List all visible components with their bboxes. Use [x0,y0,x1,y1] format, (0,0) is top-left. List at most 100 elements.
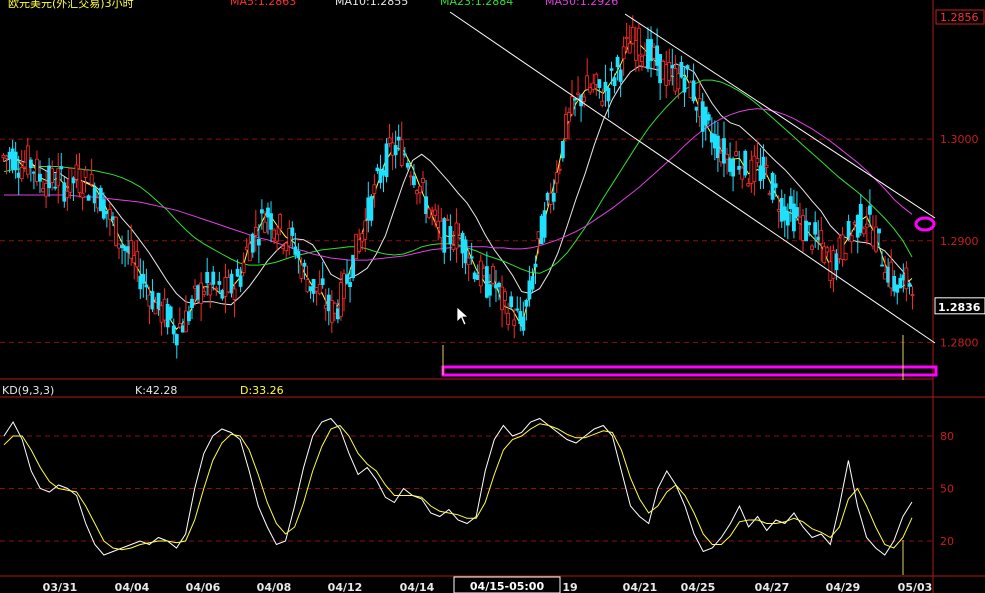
candle-body [615,56,620,68]
candle-body [165,304,170,328]
candle-body [767,193,772,196]
candle-body [603,81,608,92]
candle-body [129,240,134,259]
candle-body [223,277,228,297]
channel-lower-trendline [449,11,936,344]
candle-body [92,187,97,204]
candle-body [557,168,562,171]
candle-body [354,233,359,259]
candle-body [576,92,580,95]
candle-body [795,207,799,217]
candle-body [326,294,331,312]
candle-body [706,114,711,121]
candle-body [618,69,623,82]
candle-body [606,88,611,102]
candle-body [348,282,352,288]
candle-body [329,300,334,323]
candle-body [399,139,404,166]
candle-body [545,192,550,201]
d-value-label: D:33.26 [240,384,284,397]
candle-body [47,165,51,189]
candle-body [7,151,12,159]
candle-body [80,192,85,199]
candle-body [396,136,401,141]
candle-body [104,211,109,215]
candle-body [308,286,313,292]
candle-body [418,185,422,194]
candle-body [1,154,6,159]
candle-body [421,178,425,183]
cursor-time-label: 04/15-05:00 [470,580,545,593]
candle-body [89,173,94,185]
candle-body [174,334,179,346]
candle-body [761,156,766,179]
candle-body [408,175,413,178]
candle-body [448,226,453,245]
candle-body [171,325,176,335]
candle-body [232,288,237,300]
kd-line-k [3,417,913,556]
candle-body [244,246,249,251]
candle-body [120,245,124,249]
candle-body [871,229,875,247]
candle-body [360,233,365,242]
candle-body [393,145,398,156]
candle-body [813,222,818,235]
candle-body [114,217,118,246]
candle-body [266,207,270,218]
candle-body [144,284,149,288]
candle-body [108,208,112,220]
candle-body [478,260,483,287]
candle-body [728,158,732,172]
candle-body [560,140,565,159]
candle-body [901,274,906,281]
candle-body [83,169,88,178]
candle-body [390,142,395,156]
candle-body [22,161,27,168]
candle-body [889,261,894,289]
candle-body [466,257,471,266]
candle-body [147,294,152,307]
candle-body [548,192,553,205]
time-tick-label: 04/08 [257,581,292,593]
candle-body [205,271,210,284]
candle-body [849,235,854,243]
candle-body [472,272,477,280]
time-tick-label: 04/29 [826,581,861,593]
candle-body [290,227,295,236]
candle-body [612,77,617,86]
candle-body [238,275,243,287]
candle-body [782,206,787,221]
candle-body [536,231,541,240]
time-tick-label: 04/06 [186,581,221,593]
channel-upper-trendline [624,13,936,219]
candle-body [846,221,851,238]
candle-body [156,292,161,310]
time-tick-label: 05/03 [898,581,933,593]
kd-line-d [3,423,913,551]
candle-body [709,133,714,143]
candle-body [366,197,371,221]
price-tick-label: 1.2900 [940,235,979,248]
price-chart-canvas[interactable]: 1.3000 1.2900 1.2800 1.2856 1.2836 80 50 20 KD(9… [0,0,985,593]
candle-body [688,81,693,99]
candle-body [427,208,432,218]
candle-body [457,235,462,239]
candle-body [746,183,751,187]
candle-body [68,168,73,193]
candle-body [840,234,845,260]
candle-body [554,172,559,184]
candle-body [10,148,15,170]
candle-body [123,246,127,251]
candle-body [4,155,9,159]
time-tick-label: 03/31 [43,581,78,593]
candle-body [892,275,897,292]
candle-body [405,163,410,168]
candle-body [250,233,255,253]
candle-body [542,210,547,238]
candle-body [381,170,386,176]
candle-body [111,216,115,220]
candle-body [664,64,669,86]
candle-body [13,151,18,171]
candle-body [153,302,158,315]
